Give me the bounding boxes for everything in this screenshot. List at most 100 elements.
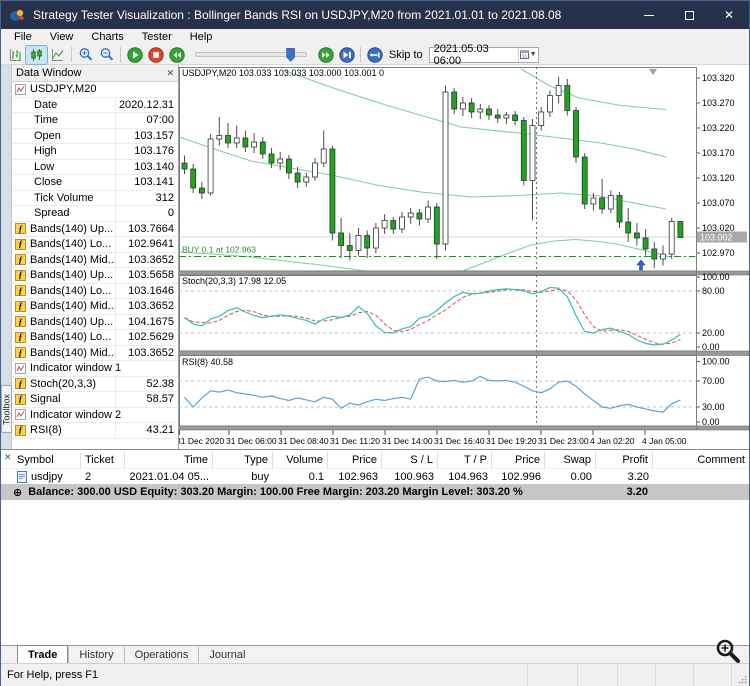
zoom-in-icon (79, 48, 92, 61)
bar-chart-button[interactable] (5, 46, 26, 64)
column-header-time[interactable]: Time (125, 452, 213, 468)
rewind-button[interactable] (166, 46, 187, 64)
chart-icon (15, 362, 26, 374)
zoom-out-button[interactable] (96, 46, 117, 64)
column-header-profit[interactable]: Profit (596, 452, 653, 468)
toolbox-close-icon[interactable]: ✕ (4, 452, 12, 463)
candle-body (451, 91, 458, 110)
expand-icon[interactable]: ⊕ (13, 486, 22, 499)
play-button[interactable] (124, 46, 145, 64)
chart-area[interactable]: USDJPY,M20 103.033 103.033 103.000 103.0… (176, 65, 750, 449)
trade-cell-s-l: 100.963 (394, 470, 434, 483)
fast-forward-button[interactable] (315, 46, 336, 64)
toolbox-vertical-tab[interactable]: Toolbox (1, 385, 12, 433)
column-header-symbol[interactable]: Symbol (13, 452, 81, 468)
skip-to-button[interactable] (364, 46, 385, 64)
candle-body (407, 212, 414, 218)
fast-forward-icon (317, 46, 334, 63)
line-chart-icon (52, 48, 64, 61)
skip-to-date-input[interactable]: 2021.05.03 06:00 ▼ (428, 43, 539, 67)
row-value: 43.21 (146, 424, 174, 437)
maximize-button[interactable] (669, 1, 709, 29)
row-label: Tick Volume (34, 191, 94, 204)
data-window-row-rsi-8: RSI(8) 43.21 (12, 423, 178, 439)
toolbar-separator (360, 47, 361, 62)
column-header-type[interactable]: Type (213, 452, 273, 468)
price-axis-label: 102.970 (702, 248, 735, 258)
panel-splitter[interactable] (178, 270, 750, 276)
maximize-icon (684, 10, 694, 20)
menu-item-tester[interactable]: Tester (133, 31, 181, 43)
candle-body (651, 248, 658, 260)
row-value: 103.3652 (128, 346, 174, 359)
data-window-row-bands-140-mid: Bands(140) Mid... 103.3652 (12, 299, 178, 315)
close-icon: ✕ (723, 8, 735, 22)
data-window-row-bands-140-up: Bands(140) Up... 103.7664 (12, 221, 178, 237)
candlestick-chart-icon (31, 48, 42, 61)
resize-grip[interactable] (731, 664, 749, 686)
minimize-icon (644, 14, 654, 16)
candlestick-chart-button[interactable] (25, 44, 48, 65)
data-window-row-bands-140-lo: Bands(140) Lo... 102.9641 (12, 237, 178, 253)
zoom-in-button[interactable] (75, 46, 96, 64)
row-label: Bands(140) Up... (30, 222, 114, 235)
trade-row[interactable]: usdjpy 2 2021.01.04 05... buy 0.1 102.963 100.… (1, 468, 749, 484)
column-header-t-p[interactable]: T / P (438, 452, 492, 468)
function-icon (15, 316, 26, 328)
candle-body (416, 212, 423, 220)
speed-slider[interactable] (195, 48, 307, 62)
row-label: Low (34, 160, 55, 173)
time-axis-label: 4 Jan 05:00 (642, 436, 687, 446)
chart-icon (15, 83, 26, 95)
row-label: Bands(140) Lo... (30, 238, 112, 251)
row-label: Open (34, 129, 61, 142)
balance-row[interactable]: ⊕ Balance: 300.00 USD Equity: 303.20 Mar… (1, 484, 749, 500)
trade-cell-price: 102.963 (338, 470, 378, 483)
menu-item-view[interactable]: View (41, 31, 83, 43)
menu-item-file[interactable]: File (5, 31, 41, 43)
panel-splitter[interactable] (178, 425, 750, 431)
candle-body (486, 108, 492, 116)
column-header-s-l[interactable]: S / L (382, 452, 438, 468)
skip-to-end-button[interactable] (336, 46, 357, 64)
magnifier-icon[interactable] (715, 638, 741, 664)
column-header-price[interactable]: Price (328, 452, 382, 468)
close-button[interactable]: ✕ (709, 1, 749, 29)
chart-svg[interactable]: USDJPY,M20 103.033 103.033 103.000 103.0… (176, 65, 750, 449)
candle-body (320, 148, 327, 164)
column-header-volume[interactable]: Volume (273, 452, 328, 468)
data-window-close-icon[interactable]: ✕ (166, 68, 174, 79)
stop-button[interactable] (145, 46, 166, 64)
price-axis-label: 103.120 (702, 173, 735, 183)
data-window-row-bands-140-up: Bands(140) Up... 103.5658 (12, 268, 178, 284)
data-window-row-stoch-20-3-3: Stoch(20,3,3) 52.38 (12, 376, 178, 392)
candle-body (477, 108, 484, 113)
column-header-swap[interactable]: Swap (545, 452, 596, 468)
column-header-comment[interactable]: Comment (653, 452, 749, 468)
trade-cell-time: 2021.01.04 05... (129, 470, 209, 483)
candle-body (312, 162, 318, 178)
data-window-rows: USDJPY,M20 Date 2020.12.31 Time 07:00 Open 103… (12, 82, 178, 449)
menu-item-charts[interactable]: Charts (82, 31, 132, 43)
row-value: 103.7664 (128, 222, 174, 235)
tab-trade[interactable]: Trade (17, 645, 69, 663)
date-picker-dropdown-button[interactable]: ▼ (517, 47, 538, 62)
tab-journal[interactable]: Journal (198, 647, 255, 663)
candle-body (425, 206, 432, 220)
skip-to-end-icon (338, 46, 355, 63)
tab-operations[interactable]: Operations (123, 647, 199, 663)
function-icon (15, 300, 26, 312)
speed-slider-handle[interactable] (286, 48, 296, 62)
row-value: 0 (167, 207, 174, 220)
candle-body (346, 245, 353, 251)
menu-item-help[interactable]: Help (181, 31, 222, 43)
minimize-button[interactable] (629, 1, 669, 29)
column-header-ticket[interactable]: Ticket (81, 452, 125, 468)
candle-body (468, 102, 475, 113)
tab-history[interactable]: History (68, 647, 123, 663)
column-header-price[interactable]: Price (492, 452, 545, 468)
row-value: 104.1675 (128, 315, 174, 328)
panel-splitter[interactable] (178, 350, 750, 356)
row-label: Spread (34, 207, 70, 220)
line-chart-button[interactable] (47, 46, 68, 64)
